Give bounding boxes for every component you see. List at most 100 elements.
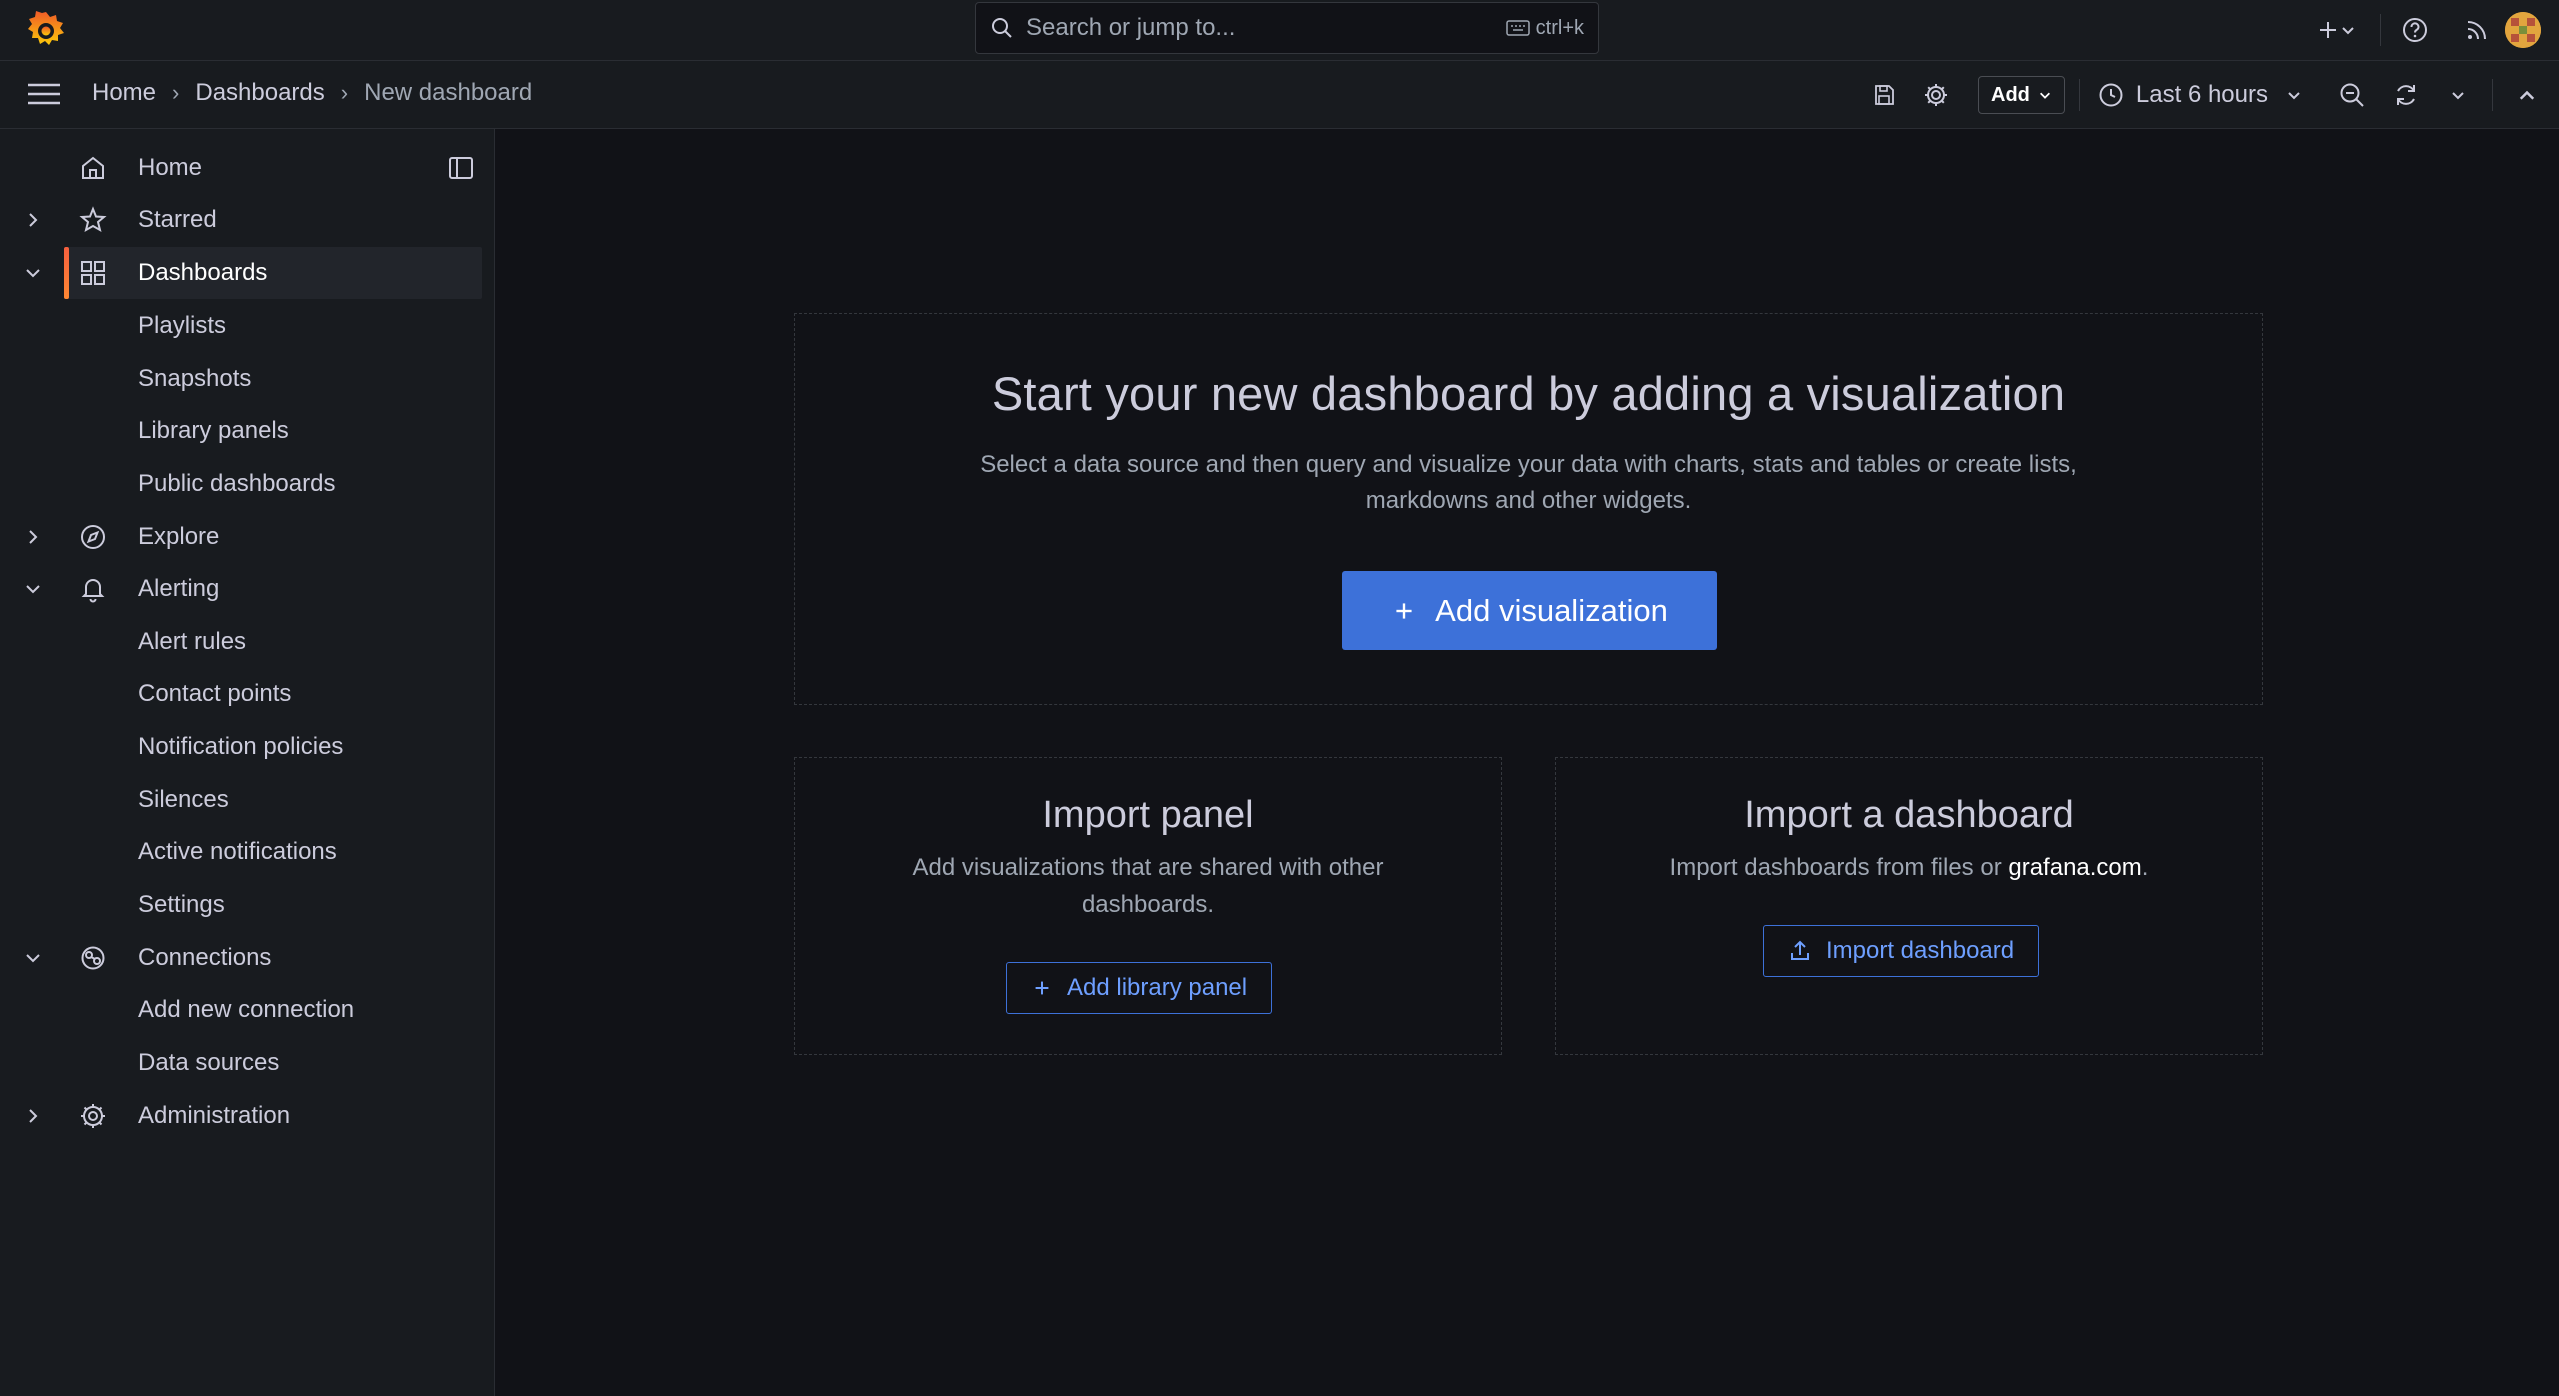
zoom-out-button[interactable] — [2332, 75, 2372, 115]
sidebar-item-label: Silences — [138, 786, 229, 813]
chevron-down-icon[interactable] — [22, 262, 44, 284]
hero-description: Select a data source and then query and … — [980, 451, 2077, 514]
sidebar-item-label: Administration — [138, 1102, 291, 1129]
add-visualization-card: Start your new dashboard by adding a vis… — [794, 313, 2263, 705]
time-range-picker[interactable]: Last 6 hours — [2086, 81, 2314, 109]
search-bar[interactable]: Search or jump to... ctrl+k — [975, 2, 1599, 54]
sidebar-item-contact-points[interactable]: Contact points — [0, 668, 482, 720]
sidebar-item-starred[interactable]: Starred — [0, 194, 482, 246]
news-button[interactable] — [2457, 10, 2497, 50]
chevron-down-icon — [2452, 92, 2464, 100]
sidebar-item-library-panels[interactable]: Library panels — [0, 405, 482, 457]
sidebar-item-label: Contact points — [138, 680, 292, 707]
save-dashboard-button[interactable] — [1864, 75, 1904, 115]
sidebar-item-label: Add new connection — [138, 996, 355, 1023]
sidebar-item-label: Dashboards — [138, 259, 268, 286]
grafana-com-link[interactable]: grafana.com — [2008, 854, 2141, 881]
refresh-icon — [2397, 85, 2415, 105]
breadcrumb-dashboards[interactable]: Dashboards — [195, 79, 324, 107]
upload-icon — [1791, 940, 1809, 960]
add-visualization-button[interactable]: Add visualization — [1342, 571, 1717, 650]
chevron-down-icon — [2342, 27, 2354, 35]
rss-icon — [2467, 21, 2486, 40]
grafana-logo-icon[interactable] — [24, 8, 68, 52]
breadcrumb-home[interactable]: Home — [92, 79, 156, 107]
import-panel-title: Import panel — [1042, 794, 1254, 836]
search-placeholder: Search or jump to... — [1026, 14, 1236, 41]
sidebar-item-label: Explore — [138, 523, 220, 550]
sidebar-item-label: Connections — [138, 944, 272, 971]
sidebar-item-explore[interactable]: Explore — [0, 511, 482, 563]
dashboard-settings-button[interactable] — [1916, 75, 1956, 115]
sidebar-item-label: Starred — [138, 206, 217, 233]
zoom-out-icon — [2340, 83, 2364, 107]
sidebar-item-silences[interactable]: Silences — [0, 774, 482, 826]
add-library-panel-label: Add library panel — [1067, 974, 1248, 1001]
chevron-down-icon — [2288, 92, 2300, 100]
sidebar-item-alerting-settings[interactable]: Settings — [0, 879, 482, 931]
top-actions — [2306, 0, 2559, 60]
home-icon — [82, 156, 104, 179]
chevron-right-icon[interactable] — [22, 526, 44, 548]
plus-icon — [1035, 981, 1049, 995]
collapse-toolbar-button[interactable] — [2507, 75, 2547, 115]
refresh-interval-dropdown[interactable] — [2438, 75, 2478, 115]
sidebar-item-data-sources[interactable]: Data sources — [0, 1037, 482, 1089]
dashboard-toolbar: Home › Dashboards › New dashboard Add La… — [0, 61, 2559, 129]
sidebar-item-snapshots[interactable]: Snapshots — [0, 353, 482, 405]
sidebar: Home Starred Dashboards Playlists Snapsh… — [0, 129, 495, 1396]
help-icon — [2403, 18, 2427, 42]
gear-icon — [1925, 84, 1948, 106]
sidebar-item-alert-rules[interactable]: Alert rules — [0, 616, 482, 668]
sidebar-item-label: Home — [138, 154, 203, 181]
refresh-button[interactable] — [2386, 75, 2426, 115]
sidebar-item-connections[interactable]: Connections — [0, 932, 482, 984]
sidebar-item-label: Playlists — [138, 312, 227, 339]
clock-icon — [2099, 83, 2123, 107]
sidebar-item-public-dashboards[interactable]: Public dashboards — [0, 458, 482, 510]
chevron-down-icon — [2039, 92, 2050, 99]
import-dashboard-label: Import dashboard — [1826, 937, 2015, 964]
chevron-right-icon[interactable] — [22, 209, 44, 231]
chevron-down-icon[interactable] — [22, 947, 44, 969]
sidebar-item-notification-policies[interactable]: Notification policies — [0, 721, 482, 773]
sidebar-item-label: Public dashboards — [138, 470, 336, 497]
toolbar-actions: Add Last 6 hours — [1864, 61, 2559, 129]
sidebar-item-alerting[interactable]: Alerting — [0, 563, 482, 615]
save-icon — [1875, 85, 1894, 105]
chevron-up-icon — [2519, 90, 2535, 100]
add-label: Add — [1991, 83, 2030, 106]
menu-button[interactable] — [26, 79, 66, 111]
apps-icon — [81, 261, 105, 285]
sidebar-item-label: Alert rules — [138, 628, 247, 655]
sidebar-item-active-notifications[interactable]: Active notifications — [0, 826, 482, 878]
chevron-right-icon[interactable] — [22, 1105, 44, 1127]
plus-icon — [1396, 602, 1412, 619]
keyboard-icon — [1505, 20, 1530, 36]
import-panel-card: Import panel Add visualizations that are… — [794, 757, 1502, 1055]
sidebar-item-home[interactable]: Home — [0, 142, 482, 194]
sidebar-item-label: Active notifications — [138, 838, 337, 865]
sidebar-item-administration[interactable]: Administration — [0, 1090, 482, 1142]
divider — [2492, 79, 2493, 111]
star-icon — [79, 206, 107, 233]
new-button[interactable] — [2306, 10, 2366, 50]
import-dashboard-description: Import dashboards from files or grafana.… — [1629, 849, 2189, 886]
sidebar-item-dashboards[interactable]: Dashboards — [64, 247, 482, 299]
import-dashboard-button[interactable]: Import dashboard — [1763, 925, 2040, 977]
breadcrumb: Home › Dashboards › New dashboard — [92, 79, 532, 107]
bell-icon — [81, 579, 105, 603]
plus-icon — [2320, 22, 2336, 38]
sidebar-item-label: Library panels — [138, 417, 289, 444]
add-dropdown-button[interactable]: Add — [1978, 76, 2065, 114]
chevron-right-icon: › — [340, 80, 349, 105]
avatar[interactable] — [2505, 12, 2541, 48]
hero-title: Start your new dashboard by adding a vis… — [991, 367, 2066, 420]
add-library-panel-button[interactable]: Add library panel — [1006, 962, 1273, 1014]
sidebar-item-label: Alerting — [138, 575, 220, 602]
import-panel-description: Add visualizations that are shared with … — [912, 854, 1384, 918]
help-button[interactable] — [2395, 10, 2435, 50]
chevron-down-icon[interactable] — [22, 578, 44, 600]
sidebar-item-add-new-connection[interactable]: Add new connection — [0, 984, 482, 1036]
sidebar-item-playlists[interactable]: Playlists — [0, 300, 482, 352]
